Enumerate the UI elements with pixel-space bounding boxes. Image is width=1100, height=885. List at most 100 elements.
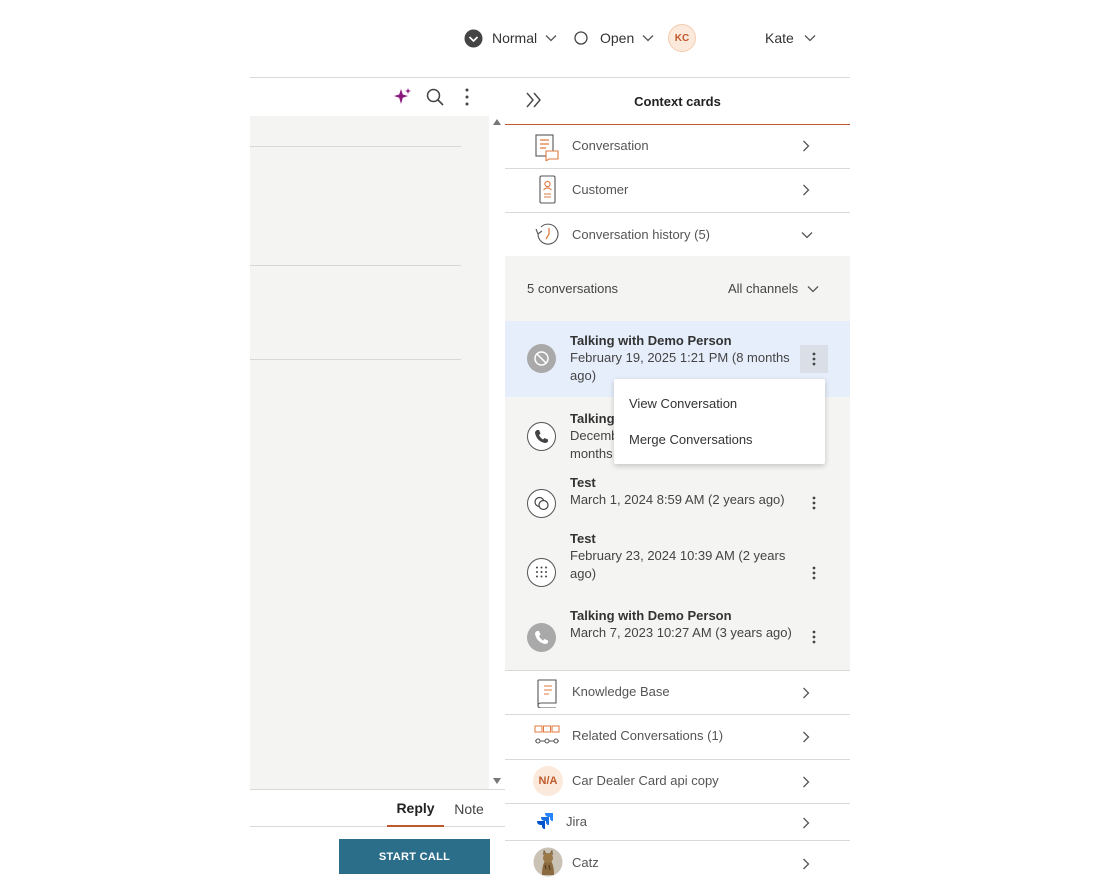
chevron-right-icon	[802, 140, 810, 152]
card-label: Customer	[572, 182, 629, 197]
chevron-down-icon	[545, 34, 557, 42]
card-knowledge-base[interactable]: Knowledge Base	[505, 671, 850, 715]
card-label: Car Dealer Card api copy	[572, 773, 719, 788]
card-label: Related Conversations (1)	[572, 728, 723, 743]
card-conversation[interactable]: Conversation	[505, 125, 850, 169]
card-related-conversations[interactable]: Related Conversations (1)	[505, 715, 850, 760]
customer-card-icon	[538, 175, 558, 205]
divider	[250, 359, 461, 360]
top-bar: Normal Open KC Kate	[0, 0, 1100, 77]
card-car-dealer[interactable]: N/A Car Dealer Card api copy	[505, 760, 850, 804]
conversation-date: March 7, 2023 10:27 AM (3 years ago)	[570, 625, 792, 640]
card-label: Conversation history (5)	[572, 227, 710, 242]
na-badge-icon: N/A	[533, 766, 563, 796]
divider	[250, 146, 461, 147]
conversation-actions-button[interactable]	[800, 489, 828, 517]
history-item[interactable]: Test March 1, 2024 8:59 AM (2 years ago)	[505, 475, 850, 531]
more-vertical-icon	[812, 566, 816, 580]
user-name: Kate	[765, 30, 794, 46]
open-circle-icon	[574, 31, 588, 45]
composer-tabs: Reply Note	[250, 789, 505, 827]
history-summary: 5 conversations	[527, 281, 619, 296]
history-item[interactable]: Talking with Demo Person March 7, 2023 1…	[505, 603, 850, 671]
more-vertical-icon	[812, 630, 816, 644]
card-label: Catz	[572, 855, 599, 870]
more-vertical-icon[interactable]	[460, 87, 474, 107]
card-label: Knowledge Base	[572, 684, 670, 699]
scrollbar[interactable]	[489, 116, 505, 789]
conversation-panel: Reply Note START CALL	[250, 77, 505, 885]
state-label: Open	[600, 30, 635, 46]
more-vertical-icon	[812, 352, 816, 366]
chevron-down-icon	[801, 231, 813, 239]
ai-sparkle-icon[interactable]	[393, 87, 413, 107]
scroll-down-icon[interactable]	[492, 777, 502, 785]
keypad-icon	[527, 558, 556, 587]
start-call-button[interactable]: START CALL	[339, 839, 490, 874]
user-avatar[interactable]: KC	[668, 24, 696, 52]
conversation-actions-menu: View Conversation Merge Conversations	[614, 379, 825, 464]
related-count: (1)	[707, 728, 724, 743]
chevron-right-icon	[802, 776, 810, 788]
conversation-title: Test	[570, 475, 596, 490]
divider	[250, 265, 461, 266]
conversation-card-icon	[534, 133, 560, 161]
status-label: Normal	[492, 30, 538, 46]
tab-reply[interactable]: Reply	[387, 790, 444, 827]
knowledge-base-icon	[535, 678, 559, 708]
related-label: Related Conversations	[572, 728, 704, 743]
history-item[interactable]: Test February 23, 2024 10:39 AM (2 years…	[505, 531, 850, 603]
history-count: (5)	[694, 227, 711, 242]
cat-avatar-icon	[533, 847, 563, 877]
chevron-down-icon	[807, 285, 819, 293]
conversation-title: Talking with Demo Person	[570, 333, 732, 348]
conversation-date: March 1, 2024 8:59 AM (2 years ago)	[570, 492, 785, 507]
chevron-right-icon	[802, 184, 810, 196]
conversation-actions-button[interactable]	[800, 345, 828, 373]
conversation-toolbar	[250, 77, 505, 116]
search-icon[interactable]	[426, 88, 444, 106]
jira-icon	[536, 812, 554, 830]
context-cards-header: Context cards	[505, 77, 850, 125]
conversation-actions-button[interactable]	[800, 623, 828, 651]
check-circle-icon	[464, 29, 483, 48]
user-menu[interactable]: Kate	[765, 26, 816, 50]
more-vertical-icon	[812, 496, 816, 510]
tab-note[interactable]: Note	[448, 790, 490, 827]
menu-item-view-conversation[interactable]: View Conversation	[629, 396, 737, 411]
conversation-actions-button[interactable]	[800, 559, 828, 587]
channel-filter-dropdown[interactable]: All channels	[728, 281, 819, 296]
card-conversation-history[interactable]: Conversation history (5)	[505, 213, 850, 256]
chevron-right-icon	[802, 817, 810, 829]
conversation-date: Decemb months	[570, 428, 619, 461]
filter-label: All channels	[728, 281, 799, 296]
phone-icon	[527, 422, 556, 451]
status-dropdown[interactable]: Normal	[464, 26, 557, 50]
conversation-date: February 23, 2024 10:39 AM (2 years ago)	[570, 548, 786, 581]
chevron-right-icon	[802, 731, 810, 743]
blocked-icon	[527, 344, 556, 373]
context-cards-panel: Context cards Conversation Customer Conv…	[505, 77, 850, 885]
chevron-right-icon	[802, 858, 810, 870]
related-conversations-icon	[534, 725, 560, 747]
chat-icon	[527, 489, 556, 518]
phone-icon	[527, 623, 556, 652]
chevron-down-icon	[642, 34, 654, 42]
scroll-up-icon[interactable]	[492, 118, 502, 126]
card-label: Conversation	[572, 138, 649, 153]
card-customer[interactable]: Customer	[505, 169, 850, 213]
conversation-title: Talking	[570, 411, 615, 426]
chevron-right-icon	[802, 687, 810, 699]
card-catz[interactable]: Catz	[505, 841, 850, 885]
message-list[interactable]	[250, 116, 489, 789]
conversation-title: Talking with Demo Person	[570, 608, 732, 623]
conversation-title: Test	[570, 531, 596, 546]
history-label: Conversation history	[572, 227, 691, 242]
chevron-down-icon	[804, 34, 816, 42]
menu-item-merge-conversations[interactable]: Merge Conversations	[629, 432, 753, 447]
card-label: Jira	[566, 814, 587, 829]
panel-title: Context cards	[634, 93, 721, 109]
card-jira[interactable]: Jira	[505, 804, 850, 841]
history-clock-icon	[534, 220, 562, 248]
state-dropdown[interactable]: Open	[574, 26, 654, 50]
